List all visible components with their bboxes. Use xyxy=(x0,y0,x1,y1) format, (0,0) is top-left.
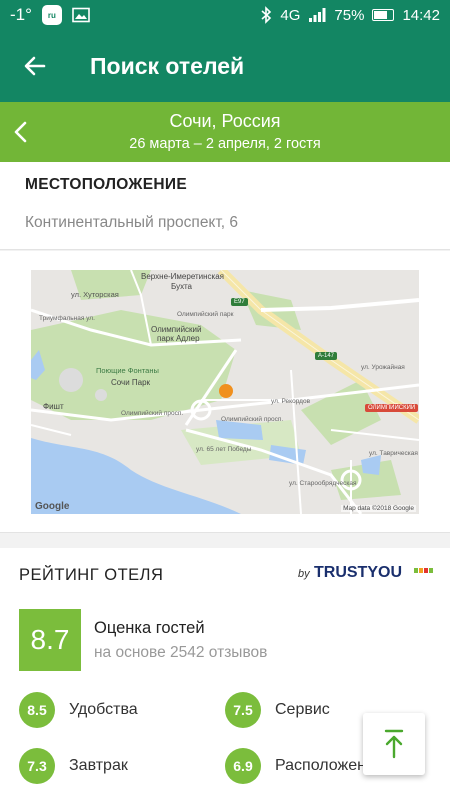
review-count: на основе 2542 отзывов xyxy=(94,644,268,661)
map-label-olympic-park-2: парк Адлер xyxy=(157,334,200,343)
guest-score-label: Оценка гостей xyxy=(94,619,205,637)
search-summary-bar[interactable]: Сочи, Россия 26 марта – 2 апреля, 2 гост… xyxy=(0,102,450,162)
map-label-urozhaynaya: ул. Урожайная xyxy=(361,364,405,371)
map-card: Верхне-Имеретинская Бухта ул. Хуторская … xyxy=(0,251,450,533)
map-label-olympic-station: ОЛИМПИЙСКИЙ xyxy=(365,404,419,412)
map-label-sochi-park: Сочи Парк xyxy=(111,378,151,387)
map-shield-a147: A-147 xyxy=(315,352,338,360)
map-label-bay: Верхне-Имеретинская xyxy=(141,272,225,281)
clock: 14:42 xyxy=(402,6,440,24)
bluetooth-icon xyxy=(261,6,272,24)
signal-icon xyxy=(309,8,326,22)
hotel-map[interactable]: Верхне-Имеретинская Бухта ул. Хуторская … xyxy=(31,270,419,514)
map-label-bay-2: Бухта xyxy=(171,282,193,291)
google-logo: Google xyxy=(35,501,70,512)
map-shield-e97: E97 xyxy=(231,298,248,306)
back-button[interactable] xyxy=(0,30,70,102)
subscore-breakfast: 7.3 Завтрак xyxy=(19,748,128,784)
battery-percent: 75% xyxy=(334,6,365,24)
arrow-left-icon xyxy=(24,56,46,76)
map-label-rekordov: ул. Рекордов xyxy=(271,398,311,405)
image-notification-icon xyxy=(72,7,90,23)
subscore-value: 8.5 xyxy=(19,692,55,728)
map-label-staroobryadcheskaya: ул. Старообрядческая xyxy=(289,480,357,487)
map-label-olympic-park: Олимпийский xyxy=(151,325,202,334)
subscore-amenities: 8.5 Удобства xyxy=(19,692,138,728)
map-label-fountains: Поющие Фонтаны xyxy=(96,366,159,375)
map-label-park-station: Олимпийский парк xyxy=(177,311,234,318)
search-city: Сочи, Россия xyxy=(169,111,281,131)
arrow-up-to-top-icon xyxy=(384,729,404,759)
search-dates-guests: 26 марта – 2 апреля, 2 гостя xyxy=(129,136,321,152)
trustyou-logo: TRUSTYOU xyxy=(314,564,402,581)
subscore-service: 7.5 Сервис xyxy=(225,692,330,728)
map-attribution: Map data ©2018 Google xyxy=(341,505,416,512)
status-bar: -1° ru 4G 75% 14:42 xyxy=(0,0,450,30)
subscore-value: 7.5 xyxy=(225,692,261,728)
trustyou-logo-bars xyxy=(414,568,433,573)
hotel-location-marker[interactable] xyxy=(219,384,233,398)
scroll-to-top-button[interactable] xyxy=(363,713,425,775)
rating-by: by xyxy=(298,568,310,580)
hotel-address: Континентальный проспект, 6 xyxy=(25,214,239,231)
map-label-fisht: Фишт xyxy=(43,402,64,411)
subscore-location: 6.9 Расположение xyxy=(225,748,384,784)
subscore-label: Завтрак xyxy=(69,757,128,774)
rating-heading: РЕЙТИНГ ОТЕЛЯ xyxy=(19,566,164,584)
map-label-tavricheskaya: ул. Таврическая xyxy=(369,450,418,457)
subscore-label: Сервис xyxy=(275,701,330,718)
network-type: 4G xyxy=(280,6,301,24)
location-card: МЕСТОПОЛОЖЕНИЕ Континентальный проспект,… xyxy=(0,162,450,250)
app-bar: Поиск отелей xyxy=(0,30,450,102)
map-label-olympic-prosp-2: Олимпийский просп. xyxy=(221,416,284,423)
page-title: Поиск отелей xyxy=(90,52,245,79)
subscore-label: Удобства xyxy=(69,701,138,718)
subscore-value: 6.9 xyxy=(225,748,261,784)
location-heading: МЕСТОПОЛОЖЕНИЕ xyxy=(25,176,187,193)
map-label-olympic-prosp: Олимпийский просп. xyxy=(121,410,184,417)
app-notification-icon: ru xyxy=(41,5,62,25)
subscore-value: 7.3 xyxy=(19,748,55,784)
overall-score-badge: 8.7 xyxy=(19,609,81,671)
battery-icon xyxy=(372,9,395,21)
map-label-65-let: ул. 65 лет Победы xyxy=(196,446,252,453)
weather-temperature: -1° xyxy=(10,5,32,24)
map-label-khutorskaya: ул. Хуторская xyxy=(71,290,119,299)
map-label-triumfalnaya: Триумфальная ул. xyxy=(39,315,95,322)
